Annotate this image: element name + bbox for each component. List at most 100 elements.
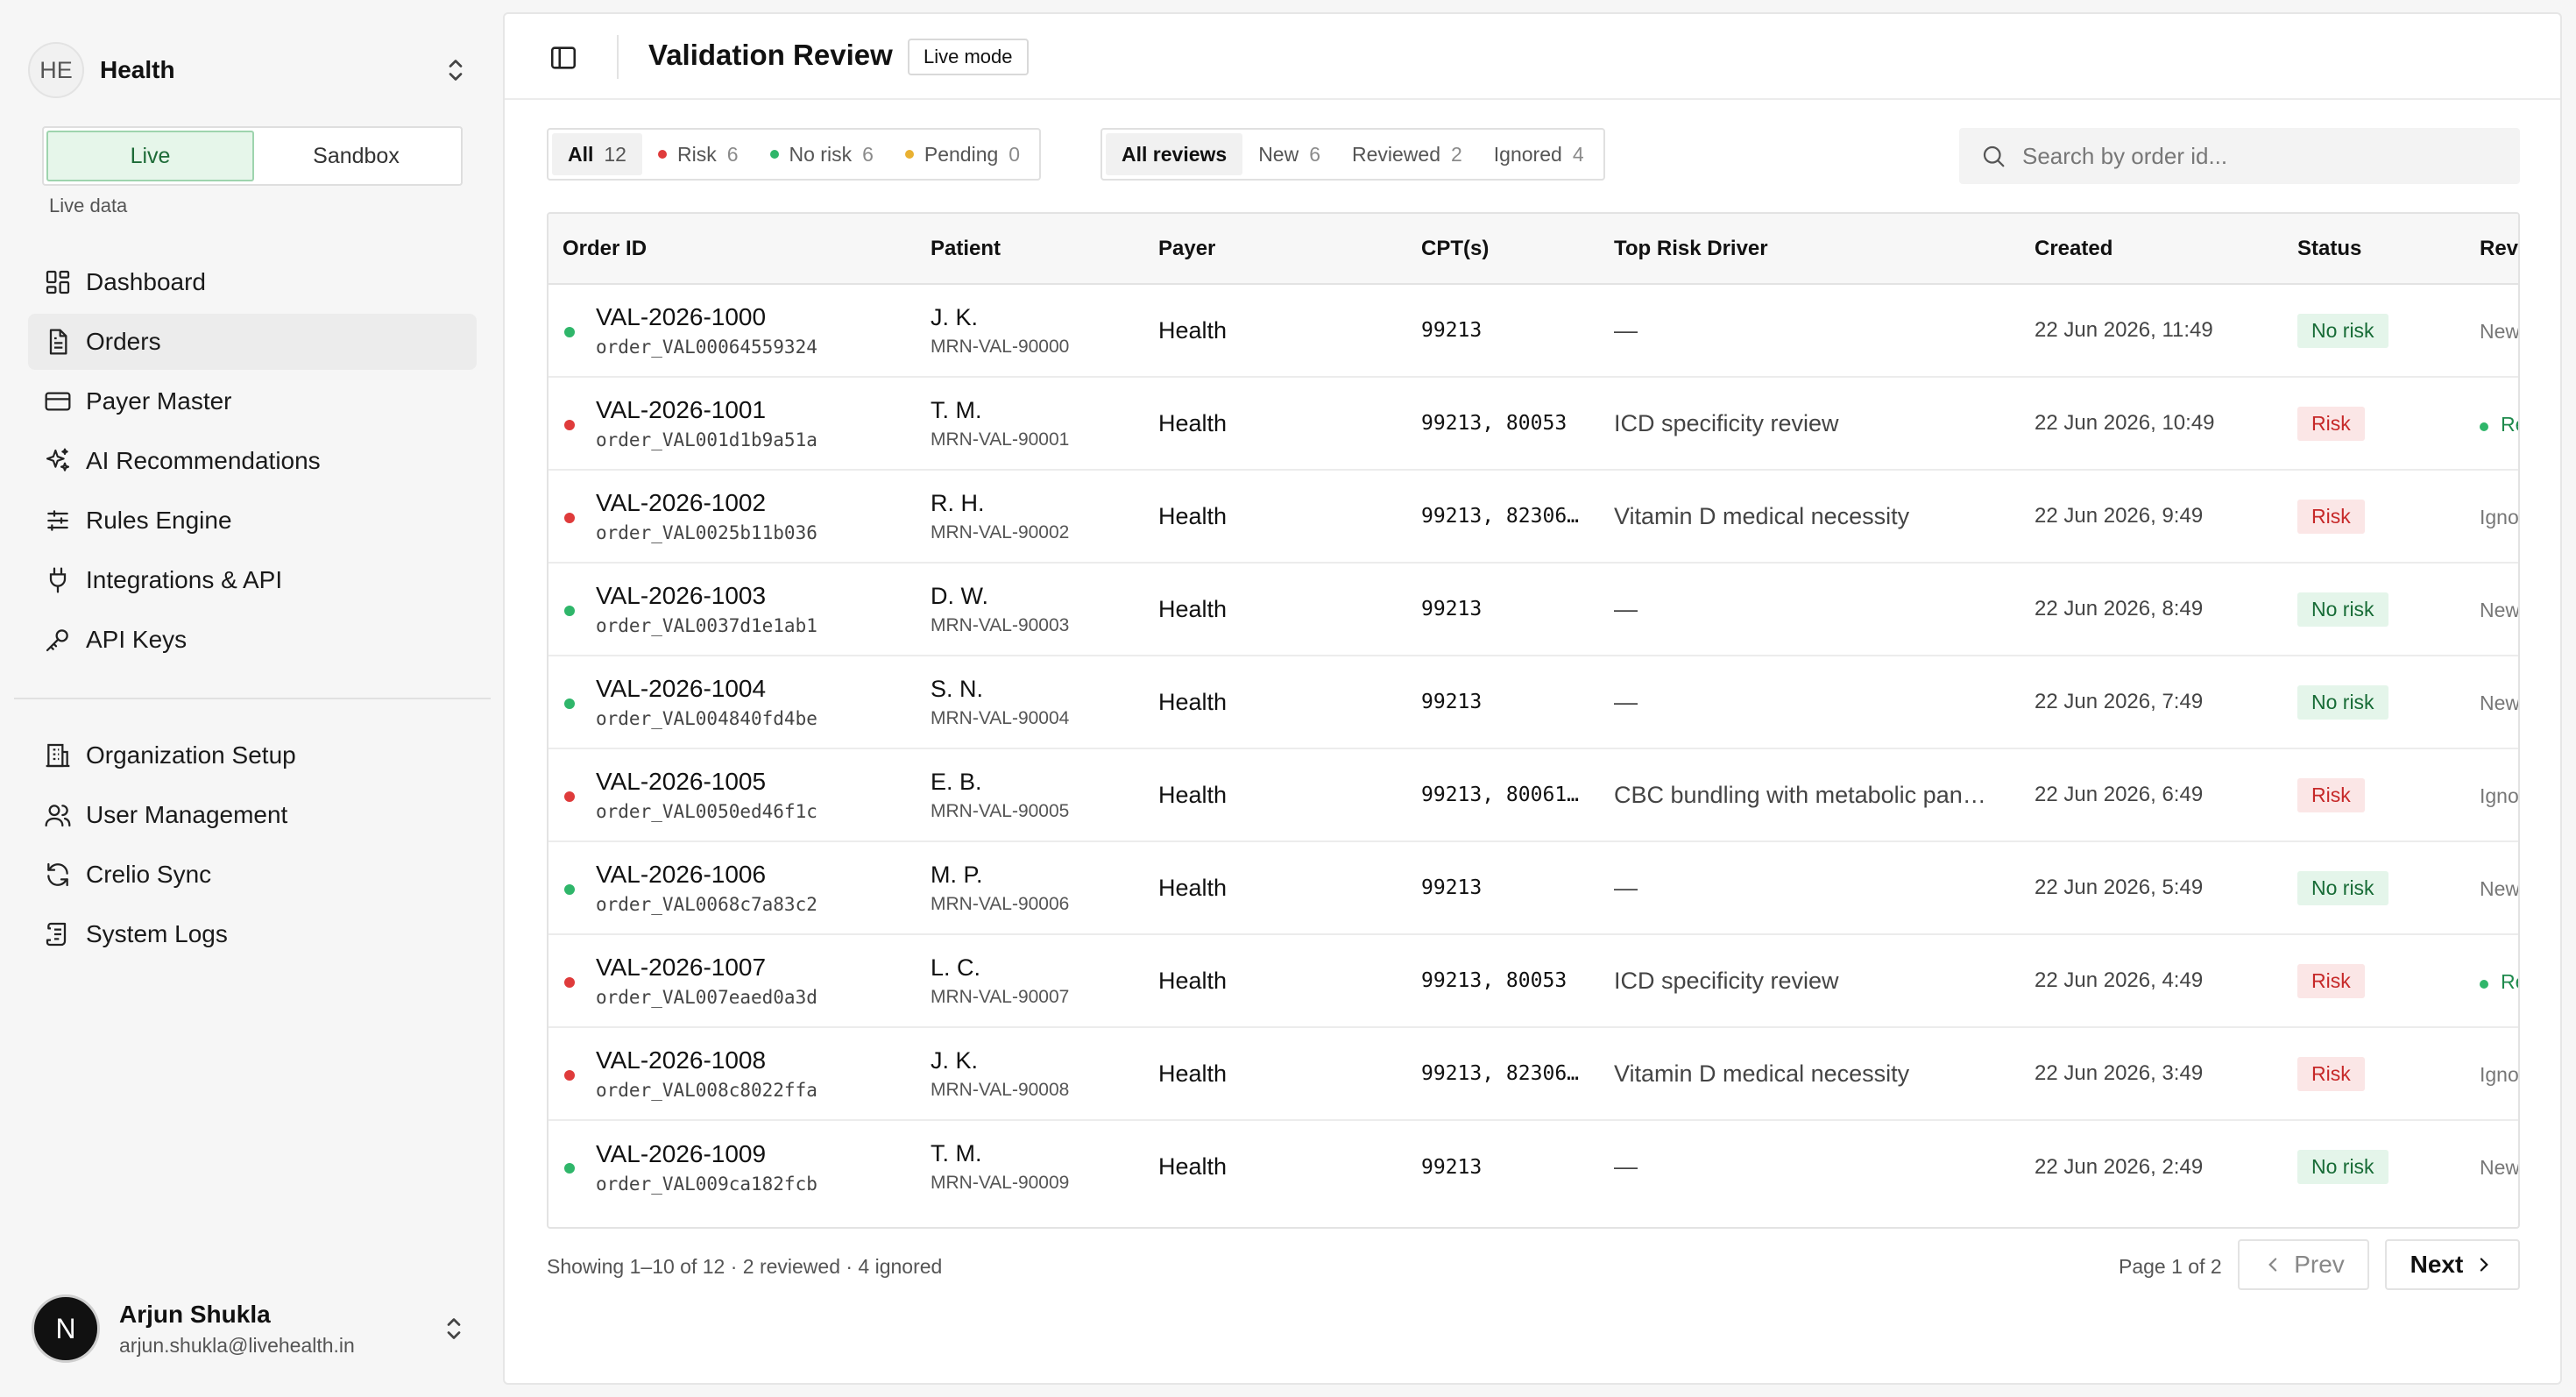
cpt-cell: 99213, 80053 <box>1407 934 1600 1028</box>
logs-icon <box>46 922 67 947</box>
order-key: order_VAL009ca182fcb <box>596 1173 817 1195</box>
nav-item-organization-setup[interactable]: Organization Setup <box>28 727 477 784</box>
payer-cell: Health <box>1144 1027 1407 1121</box>
order-cell[interactable]: VAL-2026-1001 order_VAL001d1b9a51a <box>548 377 916 471</box>
users-icon <box>45 805 71 827</box>
order-id[interactable]: VAL-2026-1003 <box>596 582 916 610</box>
chip-count: 6 <box>862 142 874 166</box>
review-state: Reviewed <box>2480 413 2518 436</box>
nav-item-crelio-sync[interactable]: Crelio Sync <box>28 847 477 903</box>
chevron-updown-icon <box>449 60 463 81</box>
nav-item-ai-recommendations[interactable]: AI Recommendations <box>28 433 477 489</box>
order-id[interactable]: VAL-2026-1000 <box>596 303 916 331</box>
table-row[interactable]: VAL-2026-1002 order_VAL0025b11b036 R. H. MR… <box>548 470 2518 564</box>
filter-risk[interactable]: Risk 6 <box>642 133 754 175</box>
nav-item-system-logs[interactable]: System Logs <box>28 906 477 962</box>
order-cell[interactable]: VAL-2026-1004 order_VAL004840fd4be <box>548 656 916 749</box>
org-name: Health <box>100 56 175 83</box>
order-id[interactable]: VAL-2026-1002 <box>596 489 916 517</box>
order-id[interactable]: VAL-2026-1001 <box>596 396 916 424</box>
next-page-button[interactable]: Next <box>2385 1239 2520 1290</box>
env-sandbox-button[interactable]: Sandbox <box>254 131 458 181</box>
order-cell[interactable]: VAL-2026-1003 order_VAL0037d1e1ab1 <box>548 563 916 656</box>
risk-driver-cell: — <box>1614 1153 1638 1180</box>
order-id[interactable]: VAL-2026-1006 <box>596 861 916 889</box>
table-row[interactable]: VAL-2026-1008 order_VAL008c8022ffa J. K. MR… <box>548 1027 2518 1121</box>
filter-no-risk[interactable]: No risk 6 <box>754 133 889 175</box>
order-id[interactable]: VAL-2026-1007 <box>596 954 916 982</box>
patient-cell: R. H. MRN-VAL-90002 <box>916 470 1144 564</box>
table-row[interactable]: VAL-2026-1000 order_VAL00064559324 J. K. MR… <box>548 284 2518 378</box>
cpt-cell: 99213 <box>1407 284 1600 378</box>
nav-item-dashboard[interactable]: Dashboard <box>28 254 477 310</box>
filter-new[interactable]: New 6 <box>1242 133 1336 175</box>
filter-ignored[interactable]: Ignored 4 <box>1478 133 1600 175</box>
chip-count: 4 <box>1572 142 1584 166</box>
orders-table: Order ID Patient Payer CPT(s) Top Risk D… <box>547 212 2520 1229</box>
risk-driver-cell: — <box>1600 563 2020 656</box>
nav-item-orders[interactable]: Orders <box>28 314 477 370</box>
nav-item-payer-master[interactable]: Payer Master <box>28 373 477 429</box>
cpt-cell: 99213 <box>1407 563 1600 656</box>
prev-page-button[interactable]: Prev <box>2238 1239 2369 1290</box>
table-row[interactable]: VAL-2026-1009 order_VAL009ca182fcb T. M. MR… <box>548 1120 2518 1213</box>
filter-all[interactable]: All 12 <box>552 133 642 175</box>
filter-reviewed[interactable]: Reviewed 2 <box>1336 133 1478 175</box>
sync-icon <box>47 862 68 887</box>
table-row[interactable]: VAL-2026-1007 order_VAL007eaed0a3d L. C. MR… <box>548 934 2518 1028</box>
column-header[interactable]: Status <box>2283 214 2466 285</box>
column-header[interactable]: CPT(s) <box>1407 214 1600 285</box>
org-switcher[interactable]: HE Health <box>28 35 477 105</box>
review-cell: New <box>2466 284 2518 378</box>
created-cell: 22 Jun 2026, 4:49 <box>2020 934 2283 1028</box>
order-id[interactable]: VAL-2026-1009 <box>596 1140 916 1168</box>
order-cell[interactable]: VAL-2026-1009 order_VAL009ca182fcb <box>548 1120 916 1213</box>
status-filter-group: All 12 Risk 6 No risk 6 Pending 0 <box>547 128 1042 181</box>
order-id[interactable]: VAL-2026-1005 <box>596 768 916 796</box>
nav-item-api-keys[interactable]: API Keys <box>28 612 477 668</box>
table-row[interactable]: VAL-2026-1006 order_VAL0068c7a83c2 M. P. MR… <box>548 841 2518 935</box>
chip-label: Ignored <box>1493 142 1562 166</box>
sidebar-toggle-icon[interactable] <box>548 43 578 73</box>
filter-all-reviews[interactable]: All reviews <box>1106 133 1243 175</box>
table-row[interactable]: VAL-2026-1004 order_VAL004840fd4be S. N. MR… <box>548 656 2518 749</box>
order-cell[interactable]: VAL-2026-1002 order_VAL0025b11b036 <box>548 470 916 564</box>
status-badge: Risk <box>2297 1056 2365 1091</box>
patient-name: L. C. <box>931 954 981 981</box>
column-header[interactable]: Order ID <box>548 214 916 285</box>
order-cell[interactable]: VAL-2026-1005 order_VAL0050ed46f1c <box>548 748 916 842</box>
patient-mrn: MRN-VAL-90008 <box>931 1079 1070 1100</box>
column-header[interactable]: Top Risk Driver <box>1600 214 2020 285</box>
order-id[interactable]: VAL-2026-1008 <box>596 1046 916 1074</box>
table-row[interactable]: VAL-2026-1005 order_VAL0050ed46f1c E. B. MR… <box>548 748 2518 842</box>
table-row[interactable]: VAL-2026-1003 order_VAL0037d1e1ab1 D. W. MR… <box>548 563 2518 656</box>
avatar: N <box>32 1294 100 1363</box>
created-cell: 22 Jun 2026, 2:49 <box>2035 1154 2204 1179</box>
order-cell[interactable]: VAL-2026-1000 order_VAL00064559324 <box>548 284 916 378</box>
order-id[interactable]: VAL-2026-1004 <box>596 675 916 703</box>
table-row[interactable]: VAL-2026-1001 order_VAL001d1b9a51a T. M. MR… <box>548 377 2518 471</box>
order-cell[interactable]: VAL-2026-1007 order_VAL007eaed0a3d <box>548 934 916 1028</box>
cpt-cell: 99213 <box>1407 841 1600 935</box>
env-live-button[interactable]: Live <box>46 131 254 181</box>
admin-nav: Organization Setup User Management Creli… <box>28 727 477 966</box>
nav-item-user-management[interactable]: User Management <box>28 787 477 843</box>
nav-item-rules-engine[interactable]: Rules Engine <box>28 493 477 549</box>
order-cell[interactable]: VAL-2026-1008 order_VAL008c8022ffa <box>548 1027 916 1121</box>
user-menu[interactable]: N Arjun Shukla arjun.shukla@livehealth.i… <box>32 1294 470 1364</box>
cpt-cell: 99213, 80061… <box>1407 748 1600 842</box>
nav-item-label: Integrations & API <box>86 566 283 593</box>
column-header[interactable]: Reviewed <box>2466 214 2518 285</box>
nav-item-integrations[interactable]: Integrations & API <box>28 552 477 608</box>
column-header[interactable]: Patient <box>916 214 1144 285</box>
column-header[interactable]: Payer <box>1144 214 1407 285</box>
search-input[interactable] <box>2022 142 2513 170</box>
filter-pending[interactable]: Pending 0 <box>889 133 1036 175</box>
status-cell: No risk <box>2283 656 2466 749</box>
column-header[interactable]: Created <box>2020 214 2283 285</box>
table-body: VAL-2026-1000 order_VAL00064559324 J. K. MR… <box>548 284 2518 1213</box>
order-cell[interactable]: VAL-2026-1006 order_VAL0068c7a83c2 <box>548 841 916 935</box>
risk-driver-cell: CBC bundling with metabolic pan… <box>1600 748 2020 842</box>
patient-cell: T. M. MRN-VAL-90009 <box>916 1120 1144 1213</box>
status-cell: No risk <box>2283 841 2466 935</box>
